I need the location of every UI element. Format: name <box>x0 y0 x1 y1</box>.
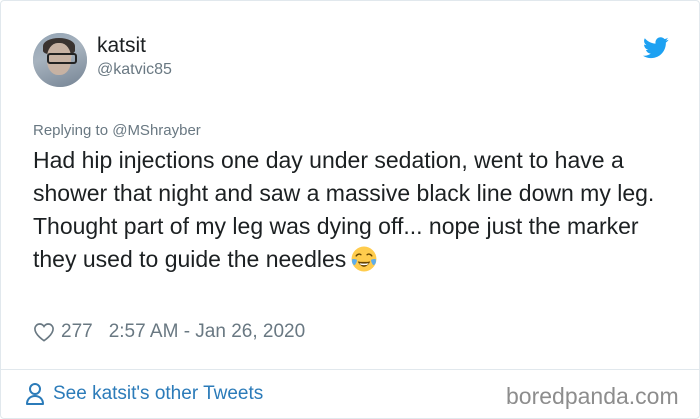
replying-to[interactable]: Replying to @MShrayber <box>33 122 201 139</box>
tweet-card: katsit @katvic85 Replying to @MShrayber … <box>0 0 700 419</box>
see-other-tweets-label: See katsit's other Tweets <box>53 383 264 404</box>
tweet-meta: 277 2:57 AM - Jan 26, 2020 <box>33 319 305 345</box>
tweet-text: Had hip injections one day under sedatio… <box>33 144 663 276</box>
divider <box>1 369 699 370</box>
timestamp[interactable]: 2:57 AM - Jan 26, 2020 <box>109 321 305 343</box>
like-count[interactable]: 277 <box>61 321 93 343</box>
avatar[interactable] <box>33 33 87 87</box>
person-icon <box>26 383 44 405</box>
watermark-logo: boredpanda.com <box>506 383 679 409</box>
author-display-name[interactable]: katsit <box>97 34 146 58</box>
tweet-body: Had hip injections one day under sedatio… <box>33 147 655 272</box>
see-other-tweets-link[interactable]: See katsit's other Tweets <box>25 382 263 406</box>
face-with-tears-of-joy-icon <box>351 246 377 272</box>
heart-icon[interactable] <box>33 322 55 342</box>
twitter-bird-icon[interactable] <box>643 37 669 59</box>
author-handle[interactable]: @katvic85 <box>97 61 172 79</box>
